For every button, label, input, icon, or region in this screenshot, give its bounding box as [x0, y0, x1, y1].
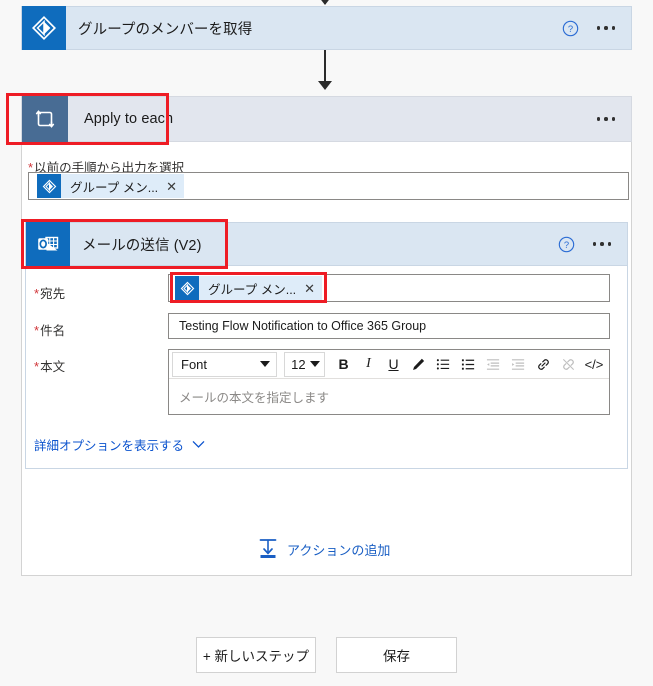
subject-field-label: *件名: [34, 323, 66, 338]
overflow-menu-icon[interactable]: [596, 117, 615, 121]
apply-to-each-title: Apply to each: [84, 111, 174, 127]
body-text-area[interactable]: メールの本文を指定します: [169, 379, 609, 414]
dynamic-content-token[interactable]: グループ メン... ✕: [37, 174, 185, 198]
chevron-down-icon: [192, 440, 205, 448]
overflow-menu-icon[interactable]: [596, 26, 615, 30]
to-input-field[interactable]: グループ メン... ✕: [168, 274, 610, 302]
advanced-options-label: 詳細オプションを表示する: [34, 439, 185, 453]
connector-arrow-loop: [318, 81, 332, 90]
new-step-button[interactable]: + 新しいステップ: [196, 637, 316, 673]
body-placeholder: メールの本文を指定します: [179, 391, 330, 405]
overflow-menu-icon[interactable]: [592, 242, 611, 246]
outlook-icon: [26, 222, 70, 266]
font-family-select[interactable]: Font: [172, 351, 278, 377]
token-remove-icon[interactable]: ✕: [304, 282, 315, 295]
indent-icon[interactable]: [506, 351, 531, 377]
add-action-label: アクションの追加: [287, 542, 391, 558]
show-advanced-options-link[interactable]: 詳細オプションを表示する: [34, 435, 205, 454]
token-label: グループ メン...: [208, 282, 297, 297]
required-asterisk: *: [34, 323, 40, 338]
loop-icon: [22, 96, 68, 142]
numbered-list-icon[interactable]: [431, 351, 456, 377]
to-field-label: *宛先: [34, 286, 66, 301]
unlink-icon[interactable]: [556, 351, 581, 377]
action-card-title: メールの送信 (V2): [82, 237, 202, 254]
action-card-title: グループのメンバーを取得: [78, 21, 253, 38]
token-remove-icon[interactable]: ✕: [166, 180, 177, 193]
flow-designer-canvas: グループのメンバーを取得 ? Apply to each *以前の手順から出力を…: [0, 0, 653, 686]
card-header-actions: ?: [562, 20, 632, 37]
add-action-link[interactable]: アクションの追加: [258, 537, 390, 561]
card-header-actions: ?: [558, 236, 628, 253]
subject-input-field[interactable]: Testing Flow Notification to Office 365 …: [168, 313, 610, 339]
azure-ad-icon: [22, 6, 66, 50]
body-field-label: *本文: [34, 359, 66, 374]
underline-button[interactable]: U: [381, 351, 406, 377]
font-family-value: Font: [181, 356, 208, 372]
azure-ad-icon: [37, 174, 61, 198]
required-asterisk: *: [34, 286, 40, 301]
azure-ad-icon: [175, 276, 199, 300]
insert-action-icon: [259, 539, 277, 558]
svg-text:?: ?: [567, 23, 572, 34]
dynamic-content-token[interactable]: グループ メン... ✕: [175, 276, 323, 300]
pen-icon[interactable]: [406, 351, 431, 377]
help-icon[interactable]: ?: [562, 20, 579, 37]
chevron-down-icon: [310, 361, 320, 367]
required-asterisk: *: [34, 359, 40, 374]
help-icon[interactable]: ?: [558, 236, 575, 253]
loop-header-actions: [596, 117, 632, 121]
subject-value: Testing Flow Notification to Office 365 …: [179, 319, 427, 333]
save-button[interactable]: 保存: [336, 637, 457, 673]
font-size-select[interactable]: 12: [284, 351, 325, 377]
bold-button[interactable]: B: [331, 351, 356, 377]
connector-line-step1-loop: [324, 50, 326, 84]
bulleted-list-icon[interactable]: [456, 351, 481, 377]
font-size-value: 12: [291, 356, 306, 372]
loop-input-field[interactable]: グループ メン... ✕: [28, 172, 629, 200]
body-rich-text-editor[interactable]: Font 12 B I U </> メールの本文を指定します: [168, 349, 610, 415]
svg-text:?: ?: [563, 239, 568, 250]
connector-arrow-top: [318, 0, 332, 5]
italic-button[interactable]: I: [356, 351, 381, 377]
action-card-get-group-members[interactable]: グループのメンバーを取得 ?: [21, 6, 632, 50]
action-card-send-email[interactable]: メールの送信 (V2) ?: [25, 222, 628, 266]
outdent-icon[interactable]: [481, 351, 506, 377]
apply-to-each-header[interactable]: Apply to each: [21, 96, 632, 142]
link-icon[interactable]: [531, 351, 556, 377]
code-view-button[interactable]: </>: [581, 351, 607, 377]
rich-text-toolbar: Font 12 B I U </>: [169, 350, 609, 379]
token-label: グループ メン...: [70, 180, 159, 195]
chevron-down-icon: [260, 361, 271, 367]
